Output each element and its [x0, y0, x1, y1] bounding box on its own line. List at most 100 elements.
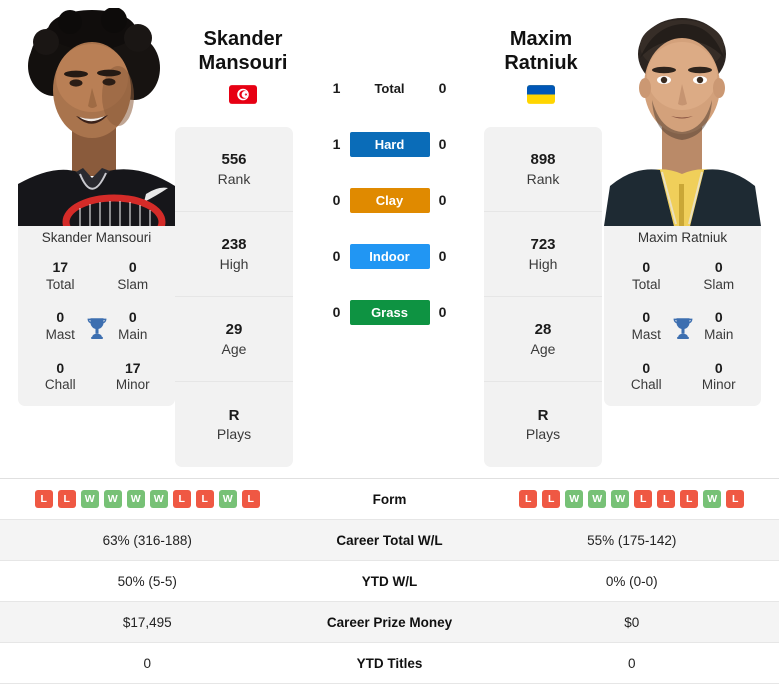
h2h-surface-badge-hard[interactable]: Hard	[349, 131, 430, 157]
right-titles-minor-label: Minor	[701, 377, 736, 393]
right-stat-column: 898 Rank 723 High 28 Age R Plays	[484, 127, 604, 467]
table-row-ytd-w-l: 50% (5-5) YTD W/L 0% (0-0)	[0, 561, 779, 602]
left-titles-slam: 0 Slam	[97, 259, 170, 293]
left-high-label: High	[219, 255, 249, 272]
ukraine-flag-icon	[527, 85, 555, 105]
row-label-ytd-w-l: YTD W/L	[361, 573, 418, 589]
left-form-result-2[interactable]: W	[80, 490, 99, 508]
table-row-ytd-titles: 0 YTD Titles 0	[0, 643, 779, 684]
right-career-total-w-l-value: 55% (175-142)	[587, 532, 677, 548]
right-age-value: 28	[534, 321, 552, 339]
left-titles-chall-value: 0	[56, 359, 65, 376]
right-plays-value: R	[537, 406, 549, 424]
right-rank-value: 898	[530, 151, 556, 169]
right-form-result-5[interactable]: L	[634, 490, 653, 508]
right-titles-card: Maxim Ratniuk 0 Total 0 Slam 0 Mast 0 Ma…	[604, 220, 761, 407]
left-player-name-block: Skander Mansouri	[183, 28, 303, 105]
right-form-result-3[interactable]: W	[588, 490, 607, 508]
right-titles-total: 0 Total	[610, 259, 683, 293]
h2h-surface-badge-clay[interactable]: Clay	[349, 187, 430, 213]
left-titles-total-label: Total	[45, 276, 75, 292]
right-stat-card: 898 Rank 723 High 28 Age R Plays	[484, 127, 602, 467]
h2h-surface-badge-grass[interactable]: Grass	[349, 299, 430, 325]
h2h-row-total: 1 Total 0	[314, 60, 466, 116]
left-stat-column: 556 Rank 238 High 29 Age R Plays	[175, 127, 295, 467]
right-player-first-name: Maxim	[509, 28, 573, 50]
h2h-row-hard: 1 Hard 0	[314, 116, 466, 172]
left-form-strip: LLWWWWLLWL	[34, 490, 260, 508]
left-form-result-7[interactable]: L	[195, 490, 214, 508]
tunisia-flag-icon	[229, 85, 257, 105]
left-player-column: Skander Mansouri 17 Total 0 Slam 0 Mast	[0, 0, 175, 407]
left-form-result-0[interactable]: L	[34, 490, 53, 508]
h2h-left-score-indoor: 0	[332, 248, 341, 264]
right-form-result-0[interactable]: L	[519, 490, 538, 508]
h2h-left-score-hard: 1	[332, 136, 341, 152]
left-form-result-1[interactable]: L	[57, 490, 76, 508]
player-photo-left-icon	[18, 8, 175, 226]
right-player-last-name: Ratniuk	[504, 51, 578, 74]
left-rank-value: 556	[221, 151, 247, 169]
right-form-result-8[interactable]: W	[703, 490, 722, 508]
row-label-career-prize-money: Career Prize Money	[326, 614, 453, 630]
right-titles-chall-value: 0	[642, 359, 651, 376]
right-form-value: LLWWWLLLWL	[485, 490, 779, 508]
right-rank-cell: 898 Rank	[484, 127, 602, 212]
comparison-header: Skander Mansouri 17 Total 0 Slam 0 Mast	[0, 0, 779, 478]
h2h-surface-badge-indoor[interactable]: Indoor	[349, 243, 430, 269]
right-form-result-1[interactable]: L	[542, 490, 561, 508]
right-form-result-2[interactable]: W	[565, 490, 584, 508]
left-player-photo	[18, 8, 175, 226]
h2h-right-score-clay: 0	[438, 192, 447, 208]
left-form-result-4[interactable]: W	[126, 490, 145, 508]
left-stat-card: 556 Rank 238 High 29 Age R Plays	[175, 127, 293, 467]
left-form-result-5[interactable]: W	[149, 490, 168, 508]
left-ytd-w-l-value: 50% (5-5)	[117, 573, 177, 589]
right-titles-slam-label: Slam	[703, 276, 735, 292]
table-row-form: L L W W W W L L W L Form L L W W W L L L W L	[0, 479, 779, 520]
right-form-result-6[interactable]: L	[657, 490, 676, 508]
right-titles-minor-value: 0	[714, 359, 723, 376]
trophy-icon	[673, 317, 692, 339]
h2h-surface-badge-total: Total	[374, 80, 405, 96]
left-high-cell: 238 High	[175, 212, 293, 297]
left-form-result-3[interactable]: W	[103, 490, 122, 508]
right-form-result-4[interactable]: W	[611, 490, 630, 508]
right-titles-slam-value: 0	[714, 259, 723, 275]
row-label-career-total-w-l: Career Total W/L	[336, 532, 443, 548]
left-titles-slam-label: Slam	[117, 276, 149, 292]
h2h-right-score-total: 0	[438, 80, 447, 96]
right-titles-chall: 0 Chall	[610, 360, 683, 394]
h2h-left-score-clay: 0	[332, 192, 341, 208]
left-titles-minor-label: Minor	[115, 377, 150, 393]
h2h-row-indoor: 0 Indoor 0	[314, 228, 466, 284]
left-rank-cell: 556 Rank	[175, 127, 293, 212]
left-titles-minor-value: 17	[124, 359, 141, 376]
h2h-row-grass: 0 Grass 0	[314, 284, 466, 340]
right-form-result-9[interactable]: L	[726, 490, 745, 508]
right-plays-label: Plays	[525, 426, 561, 443]
left-form-result-8[interactable]: W	[218, 490, 237, 508]
player-photo-right-icon	[604, 8, 761, 226]
right-titles-slam: 0 Slam	[683, 259, 756, 293]
right-player-photo	[604, 8, 761, 226]
left-form-result-9[interactable]: L	[241, 490, 260, 508]
h2h-left-score-total: 1	[332, 80, 341, 96]
left-player-last-name: Mansouri	[198, 51, 288, 74]
left-rank-label: Rank	[217, 170, 251, 187]
left-titles-player-name: Skander Mansouri	[41, 230, 152, 245]
right-form-result-7[interactable]: L	[680, 490, 699, 508]
h2h-left-score-grass: 0	[332, 304, 341, 320]
left-titles-total: 17 Total	[24, 259, 97, 293]
left-form-result-6[interactable]: L	[172, 490, 191, 508]
right-form-strip: LLWWWLLLWL	[519, 490, 745, 508]
left-age-value: 29	[225, 321, 243, 339]
trophy-icon	[87, 317, 106, 339]
left-plays-label: Plays	[216, 426, 252, 443]
left-ytd-titles-value: 0	[143, 655, 151, 671]
right-high-cell: 723 High	[484, 212, 602, 297]
right-ytd-w-l-value: 0% (0-0)	[605, 573, 658, 589]
right-titles-total-label: Total	[631, 276, 661, 292]
left-plays-value: R	[228, 406, 240, 424]
left-titles-card: Skander Mansouri 17 Total 0 Slam 0 Mast	[18, 220, 175, 407]
